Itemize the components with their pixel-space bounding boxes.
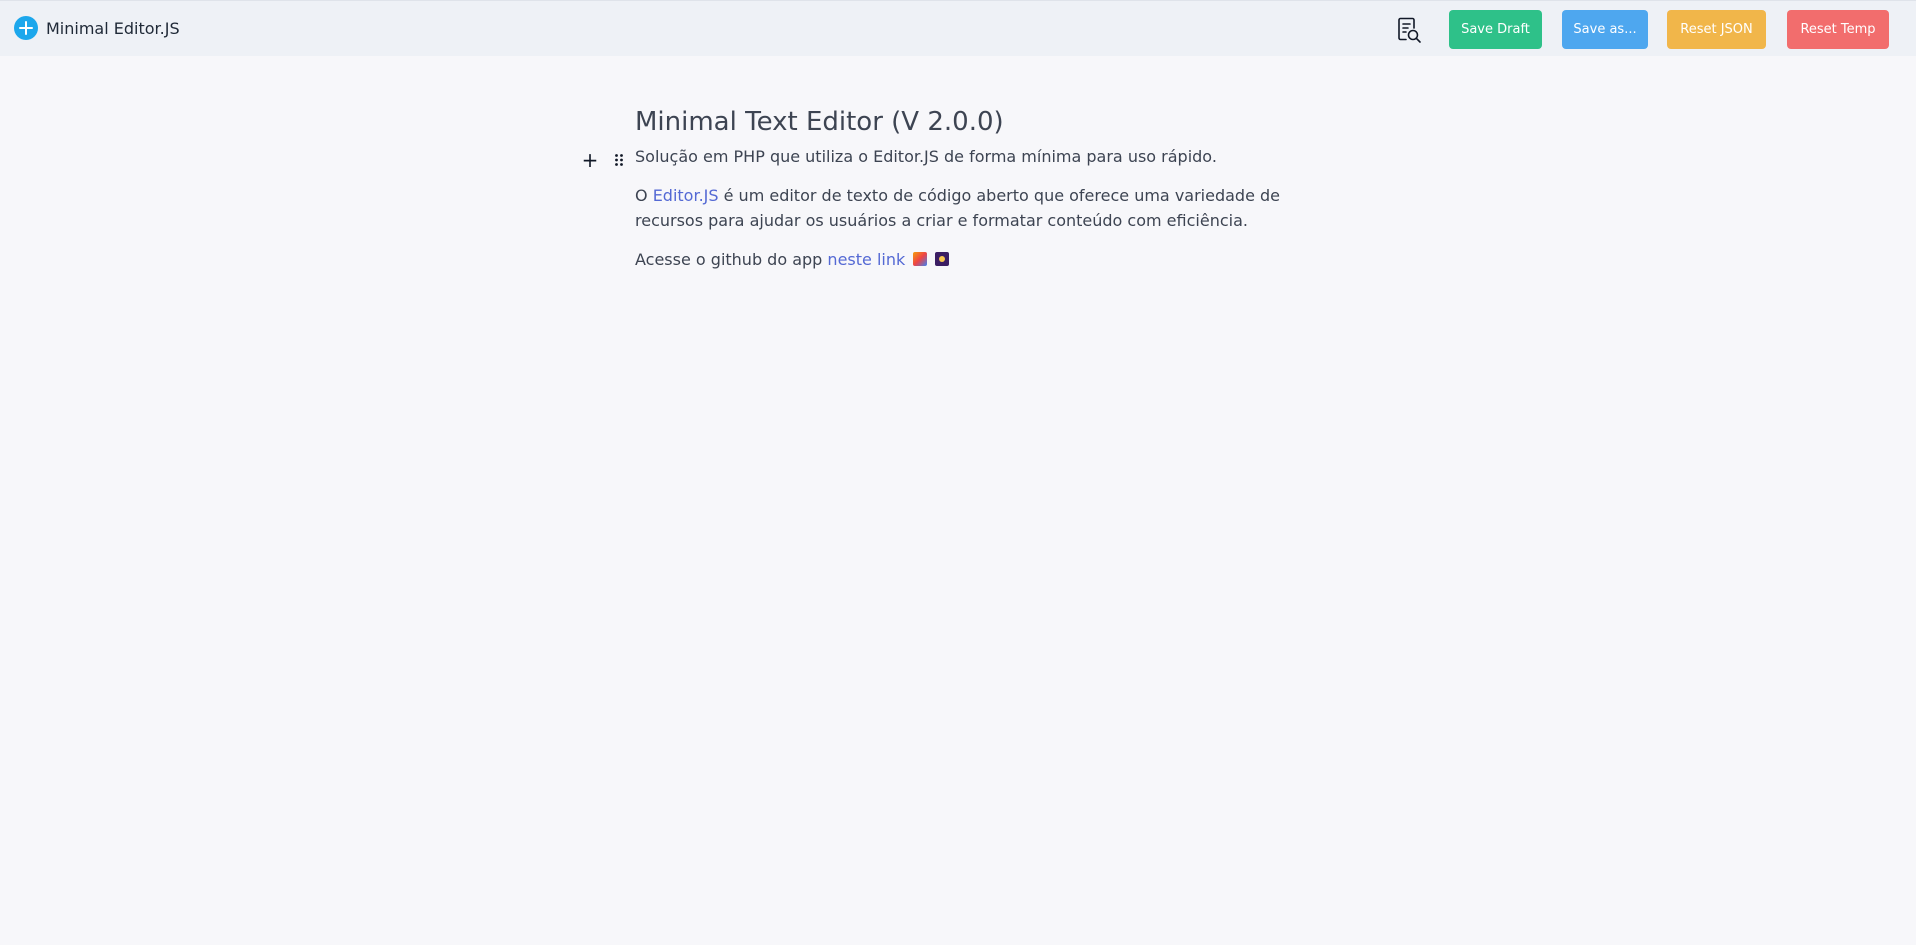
editorjs-link[interactable]: Editor.JS: [653, 186, 719, 205]
paragraph-description[interactable]: O Editor.JS é um editor de texto de códi…: [635, 183, 1295, 233]
paragraph-suffix: é um editor de texto de código aberto qu…: [635, 186, 1280, 230]
paragraph-github[interactable]: Acesse o github do app neste link: [635, 247, 1295, 272]
sparkle-emoji-icon: [935, 252, 950, 266]
github-prefix: Acesse o github do app: [635, 250, 828, 269]
drag-handle-icon: [615, 154, 623, 166]
plus-circle-icon[interactable]: [14, 16, 38, 40]
editor-heading[interactable]: Minimal Text Editor (V 2.0.0): [635, 102, 1295, 142]
editor-content[interactable]: Minimal Text Editor (V 2.0.0) Solução em…: [635, 102, 1295, 272]
paragraph-prefix: O: [635, 186, 653, 205]
brand[interactable]: Minimal Editor.JS: [14, 16, 180, 40]
save-draft-button[interactable]: Save Draft: [1449, 10, 1542, 49]
add-block-button[interactable]: +: [580, 148, 600, 172]
block-settings-button[interactable]: [612, 152, 626, 168]
app-title[interactable]: Minimal Editor.JS: [46, 19, 180, 38]
document-search-icon: [1398, 17, 1421, 43]
reset-json-button[interactable]: Reset JSON: [1667, 10, 1766, 49]
party-emoji-icon: [913, 252, 928, 266]
plus-icon: +: [581, 148, 599, 172]
reset-temp-button[interactable]: Reset Temp: [1787, 10, 1889, 49]
top-navbar: Minimal Editor.JS Save Draft Save as... …: [0, 0, 1916, 56]
paragraph-intro[interactable]: Solução em PHP que utiliza o Editor.JS d…: [635, 144, 1295, 169]
preview-button[interactable]: [1394, 15, 1424, 45]
save-as-button[interactable]: Save as...: [1562, 10, 1648, 49]
github-link[interactable]: neste link: [827, 250, 905, 269]
